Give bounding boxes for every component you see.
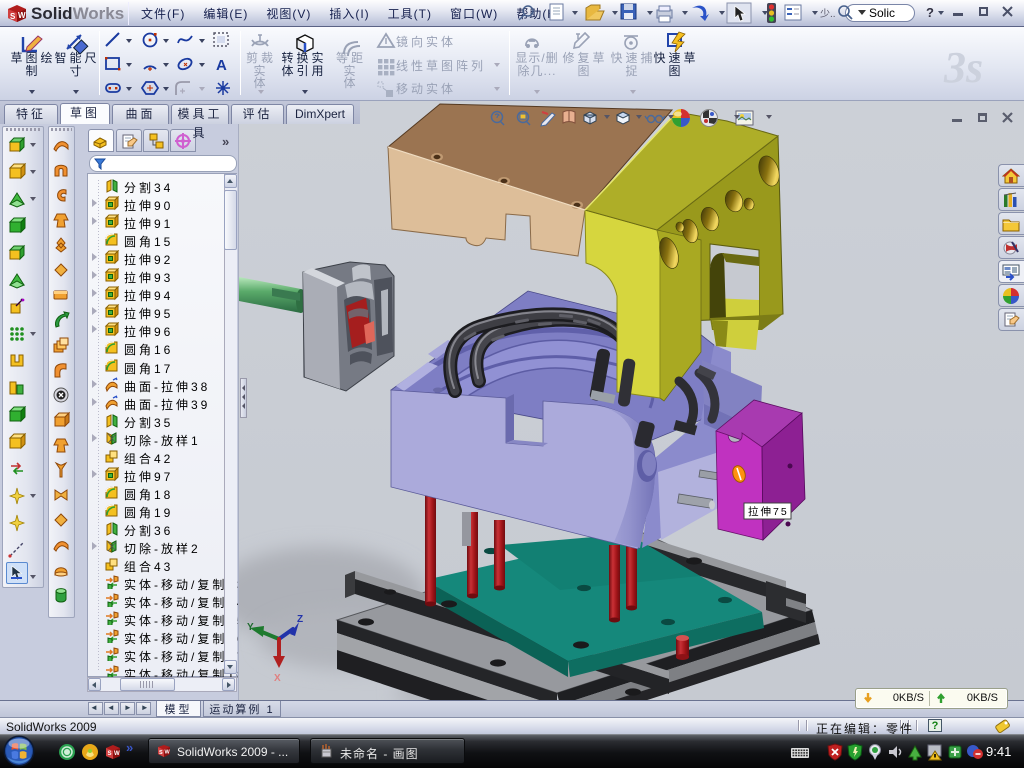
svg-text:S: S: [159, 750, 163, 756]
svg-text:S: S: [108, 751, 112, 757]
svg-text:X: X: [274, 673, 281, 684]
svg-text:少..: 少..: [820, 8, 836, 20]
svg-text:W: W: [165, 750, 171, 756]
svg-text:Z: Z: [297, 614, 303, 625]
svg-text:Y: Y: [247, 622, 254, 633]
svg-text:W: W: [114, 751, 120, 757]
svg-text:W: W: [18, 11, 26, 20]
svg-text:S: S: [10, 12, 16, 21]
svg-text:拉伸75: 拉伸75: [748, 505, 789, 518]
svg-text:A: A: [216, 57, 227, 73]
